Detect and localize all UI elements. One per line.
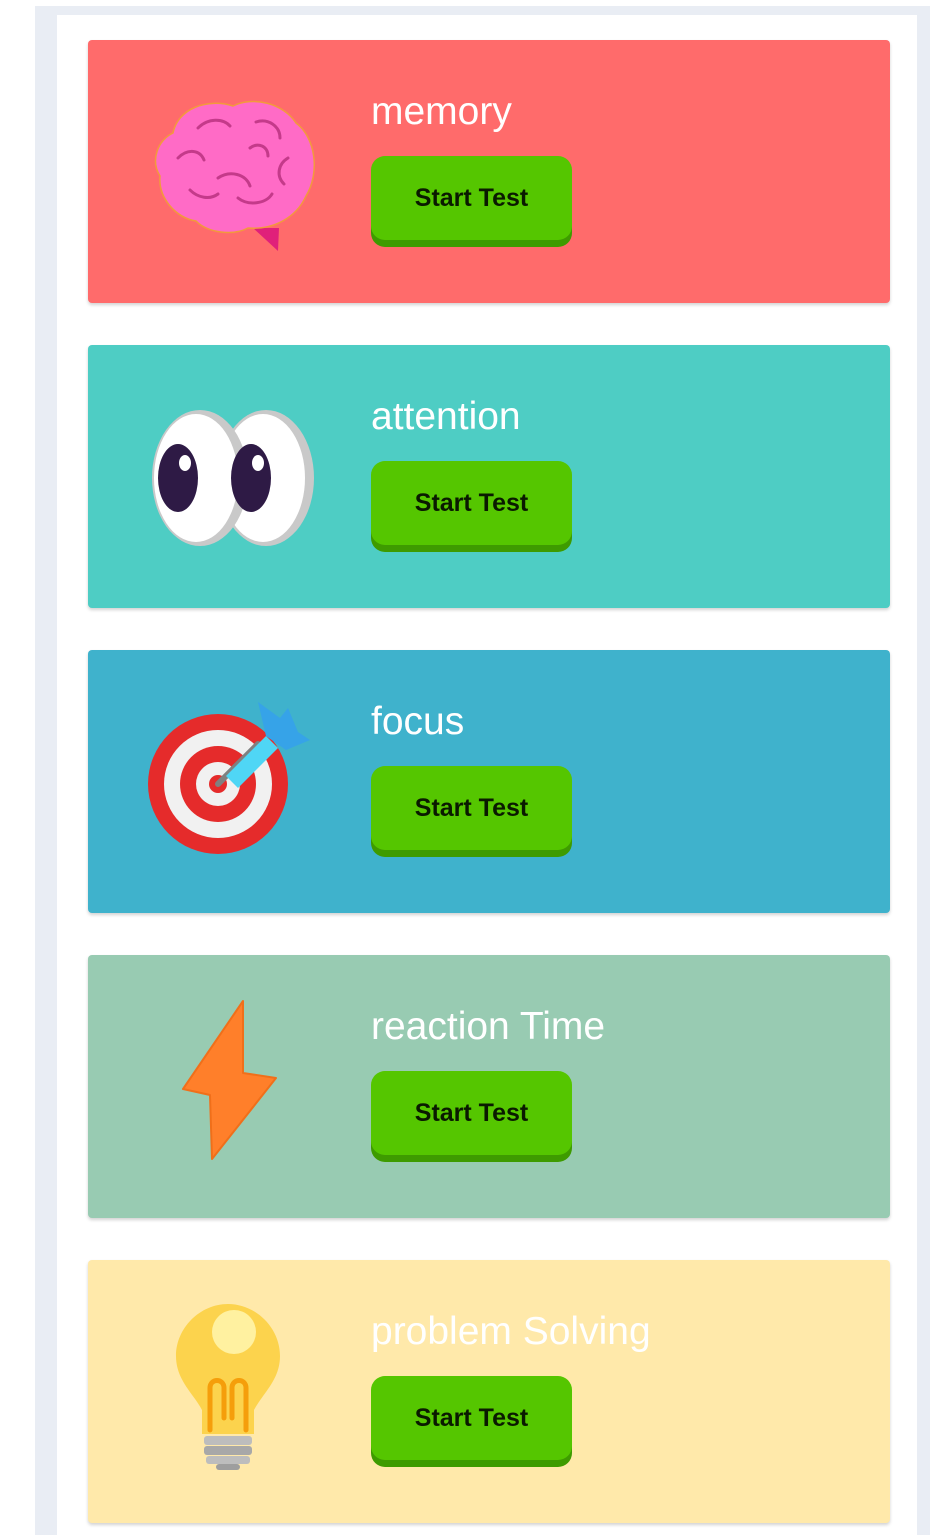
- test-title: memory: [371, 90, 512, 133]
- test-title: attention: [371, 395, 521, 438]
- test-card-focus: focus Start Test: [88, 650, 890, 913]
- lightning-bolt-icon: [138, 993, 323, 1178]
- eyes-icon: [138, 383, 323, 568]
- start-test-button-focus[interactable]: Start Test: [371, 766, 572, 850]
- test-card-attention: attention Start Test: [88, 345, 890, 608]
- start-test-button-attention[interactable]: Start Test: [371, 461, 572, 545]
- target-dart-icon: [138, 688, 323, 873]
- light-bulb-icon: [138, 1298, 323, 1483]
- test-title: focus: [371, 700, 465, 743]
- test-title: problem Solving: [371, 1310, 651, 1353]
- brain-icon: [138, 78, 323, 263]
- test-card-problem-solving: problem Solving Start Test: [88, 1260, 890, 1523]
- test-card-memory: memory Start Test: [88, 40, 890, 303]
- start-test-button-memory[interactable]: Start Test: [371, 156, 572, 240]
- test-card-reaction-time: reaction Time Start Test: [88, 955, 890, 1218]
- start-test-button-reaction-time[interactable]: Start Test: [371, 1071, 572, 1155]
- start-test-button-problem-solving[interactable]: Start Test: [371, 1376, 572, 1460]
- test-title: reaction Time: [371, 1005, 606, 1048]
